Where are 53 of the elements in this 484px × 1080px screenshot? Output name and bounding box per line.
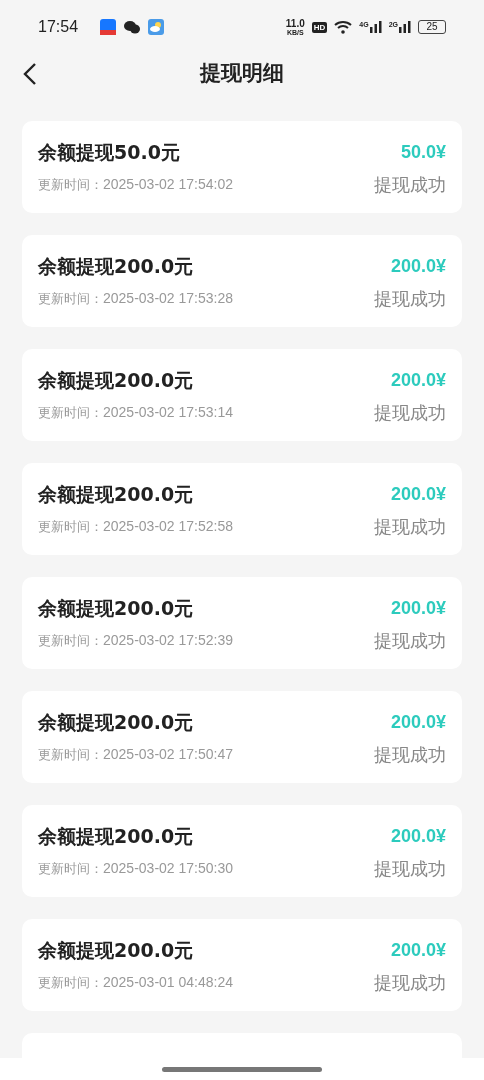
time-label: 更新时间： <box>38 175 103 194</box>
record-time: 2025-03-02 17:53:14 <box>103 403 233 422</box>
record-time: 2025-03-02 17:52:39 <box>103 631 233 650</box>
speed-value: 11.0 <box>285 18 305 29</box>
time-label: 更新时间： <box>38 403 103 422</box>
record-time: 2025-03-02 17:52:58 <box>103 517 233 536</box>
status-time: 17:54 <box>38 17 79 37</box>
chat-icon <box>124 20 141 34</box>
record-amount: 200.0¥ <box>390 369 446 392</box>
time-label: 更新时间： <box>38 859 103 878</box>
time-label: 更新时间： <box>38 745 103 764</box>
record-amount: 200.0¥ <box>390 597 446 620</box>
record-title: 余额提现200.0元 <box>38 254 194 279</box>
record-amount: 200.0¥ <box>390 939 446 962</box>
record-title: 余额提现200.0元 <box>38 710 194 735</box>
record-status: 提现成功 <box>374 287 446 311</box>
record-status: 提现成功 <box>374 173 446 197</box>
weather-icon <box>148 19 165 35</box>
wifi-icon <box>334 20 353 34</box>
record-time: 2025-03-02 17:54:02 <box>103 175 233 194</box>
record-status: 提现成功 <box>374 629 446 653</box>
record-status: 提现成功 <box>374 401 446 425</box>
record-status: 提现成功 <box>374 857 446 881</box>
record-status: 提现成功 <box>374 743 446 767</box>
signal-icon <box>399 21 411 33</box>
page-title: 提现明细 <box>200 60 284 88</box>
time-label: 更新时间： <box>38 631 103 650</box>
record-amount: 200.0¥ <box>390 825 446 848</box>
record-amount: 200.0¥ <box>390 483 446 506</box>
record-status: 提现成功 <box>374 971 446 995</box>
hd-badge: HD <box>311 21 328 33</box>
record-title: 余额提现200.0元 <box>38 938 194 963</box>
record-amount: 200.0¥ <box>390 255 446 278</box>
back-icon <box>23 62 37 86</box>
record-title: 余额提现50.0元 <box>38 140 180 165</box>
record-time: 2025-03-02 17:50:30 <box>103 859 233 878</box>
record-title: 余额提现200.0元 <box>38 824 194 849</box>
record-status: 提现成功 <box>374 515 446 539</box>
record-title: 余额提现200.0元 <box>38 596 194 621</box>
time-label: 更新时间： <box>38 973 103 992</box>
time-label: 更新时间： <box>38 517 103 536</box>
record-title: 余额提现200.0元 <box>38 482 194 507</box>
record-time: 2025-03-02 17:50:47 <box>103 745 233 764</box>
time-label: 更新时间： <box>38 289 103 308</box>
record-time: 2025-03-01 04:48:24 <box>103 973 233 992</box>
record-title: 余额提现200.0元 <box>38 368 194 393</box>
record-amount: 200.0¥ <box>390 711 446 734</box>
record-amount: 50.0¥ <box>400 141 446 164</box>
battery-indicator: 25 <box>418 20 446 34</box>
signal-icon <box>369 21 382 33</box>
record-time: 2025-03-02 17:53:28 <box>103 289 233 308</box>
home-indicator[interactable] <box>162 1066 322 1072</box>
app-icon <box>100 19 117 35</box>
